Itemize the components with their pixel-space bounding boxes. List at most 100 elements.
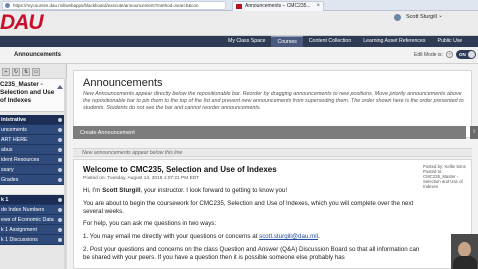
page-instructions: New Announcements appear directly below … bbox=[83, 91, 464, 111]
course-title-block: C235_Master - Selection and Use of Index… bbox=[0, 78, 64, 112]
nav-tab-content-collection[interactable]: Content Collection bbox=[303, 36, 357, 47]
sidebar-item[interactable]: de Index Numbers bbox=[0, 205, 64, 215]
sidebar-item-label: ews of Economic Data bbox=[1, 217, 54, 223]
discussion-paragraph: 2. Post your questions and concerns on t… bbox=[83, 245, 420, 261]
content-area: Announcements New Announcements appear d… bbox=[67, 64, 478, 269]
item-options-icon[interactable] bbox=[58, 158, 62, 162]
user-avatar-icon bbox=[394, 14, 401, 21]
breadcrumb-bar: Announcements Edit Mode is: ? ON bbox=[0, 47, 478, 64]
browser-toolbar: https://mycourses.dau.mil/webapps/blackb… bbox=[0, 0, 478, 11]
top-navigation-tabs: My Class Space Courses Content Collectio… bbox=[222, 36, 468, 47]
sidebar-item[interactable]: ews of Economic Data bbox=[0, 215, 64, 225]
sidebar-item[interactable]: inistrative bbox=[0, 115, 64, 125]
lock-icon bbox=[5, 3, 10, 8]
sidebar-item-label: Grades bbox=[1, 177, 19, 183]
tab-title: Announcements – CMC235... bbox=[245, 3, 311, 9]
sidebar-item-label: uncements bbox=[1, 127, 27, 133]
help-icon[interactable]: ? bbox=[446, 51, 453, 58]
add-menu-item-icon[interactable]: + bbox=[2, 68, 10, 76]
item-options-icon[interactable] bbox=[58, 168, 62, 172]
announcement-meta: Posted by: Kellie Sims Posted to: CMC235… bbox=[423, 164, 473, 189]
email-paragraph: 1. You may email me directly with your q… bbox=[83, 233, 421, 241]
posted-to-value: CMC235_Master - Selection and Use of Ind… bbox=[423, 174, 463, 189]
dau-logo[interactable]: DAU bbox=[0, 12, 43, 34]
page-title: Announcements bbox=[83, 77, 163, 89]
item-options-icon[interactable] bbox=[58, 138, 62, 142]
announcement-body: Hi, I'm Scott Sturgill, your instructor.… bbox=[83, 187, 421, 267]
item-options-icon[interactable] bbox=[58, 208, 62, 212]
nav-tab-public-use[interactable]: Public Use bbox=[432, 36, 469, 47]
item-options-icon[interactable] bbox=[58, 238, 62, 242]
email-text-end: . bbox=[318, 233, 320, 241]
edit-mode-toggle[interactable]: ON bbox=[456, 50, 476, 59]
item-options-icon[interactable] bbox=[58, 178, 62, 182]
user-name-link[interactable]: Scott Sturgill bbox=[406, 14, 437, 20]
course-menu: + ↻ ⇅ ▭ C235_Master - Selection and Use … bbox=[0, 64, 67, 269]
sidebar-item-label: k 1 bbox=[1, 197, 9, 203]
site-header: DAU Scott Sturgill ⌄ bbox=[0, 11, 478, 36]
display-window-icon[interactable]: ▭ bbox=[32, 68, 40, 76]
course-menu-tools: + ↻ ⇅ ▭ bbox=[2, 68, 40, 76]
item-options-icon[interactable] bbox=[58, 218, 62, 222]
refresh-icon[interactable]: ↻ bbox=[12, 68, 20, 76]
home-icon[interactable] bbox=[57, 83, 63, 89]
announcement-date: Posted on: Tuesday, August 14, 2018 1:07… bbox=[83, 176, 200, 181]
chevron-down-icon[interactable]: ⌄ bbox=[438, 12, 443, 19]
reorder-icon[interactable]: ⇅ bbox=[22, 68, 30, 76]
sidebar-item-label: de Index Numbers bbox=[1, 207, 45, 213]
create-announcement-button[interactable]: Create Announcement bbox=[78, 129, 142, 137]
item-options-icon[interactable] bbox=[58, 148, 62, 152]
course-title[interactable]: C235_Master - Selection and Use of Index… bbox=[0, 81, 56, 105]
email-text: 1. You may email me directly with your q… bbox=[83, 233, 260, 241]
sidebar-item[interactable]: abus bbox=[0, 145, 64, 155]
email-link[interactable]: scott.sturgill@dau.mil bbox=[259, 233, 318, 240]
repositionable-bar[interactable]: New announcements appear below this line bbox=[73, 148, 472, 157]
greeting-text: Hi, I'm bbox=[83, 187, 103, 194]
intro-paragraph: You are about to begin the coursework fo… bbox=[83, 199, 414, 215]
nav-tab-courses[interactable]: Courses bbox=[271, 36, 303, 47]
sidebar-item[interactable]: ident Resources bbox=[0, 155, 64, 165]
close-tab-icon[interactable]: × bbox=[316, 2, 320, 11]
browser-tab[interactable]: Announcements – CMC235... × bbox=[232, 1, 324, 11]
greeting-text-end: , your instructor. I look forward to get… bbox=[140, 187, 288, 194]
instructor-name: Scott Sturgill bbox=[102, 187, 141, 194]
sidebar-item[interactable]: ssary bbox=[0, 165, 64, 175]
posted-by-value: Kellie Sims bbox=[444, 164, 466, 169]
url-bar[interactable]: https://mycourses.dau.mil/webapps/blackb… bbox=[2, 1, 226, 10]
sidebar-item[interactable] bbox=[0, 185, 64, 195]
course-menu-list: inistrative uncements ART HERE abus ident Re… bbox=[0, 115, 64, 245]
presenter-head bbox=[458, 242, 471, 257]
sidebar-item[interactable]: Grades bbox=[0, 175, 64, 185]
edit-mode-label: Edit Mode is: bbox=[414, 52, 443, 58]
presenter-body bbox=[453, 256, 477, 269]
announcement-title[interactable]: Welcome to CMC235, Selection and Use of … bbox=[83, 165, 277, 174]
sidebar-item-label: k 1 Discussions bbox=[1, 237, 38, 243]
collapse-handle[interactable]: l bbox=[470, 126, 478, 139]
favicon-icon bbox=[236, 4, 242, 9]
sidebar-item[interactable]: ART HERE bbox=[0, 135, 64, 145]
edit-mode-state: ON bbox=[459, 52, 466, 57]
item-options-icon[interactable] bbox=[58, 198, 62, 202]
sidebar-item[interactable]: k 1 bbox=[0, 195, 64, 205]
sidebar-item[interactable]: k 1 Assignment bbox=[0, 225, 64, 235]
announcement-item: Welcome to CMC235, Selection and Use of … bbox=[73, 159, 472, 269]
item-options-icon[interactable] bbox=[58, 118, 62, 122]
sidebar-item-label: abus bbox=[1, 147, 13, 153]
sidebar-item-label: ART HERE bbox=[1, 137, 28, 143]
sidebar-item-label: ident Resources bbox=[1, 157, 40, 163]
breadcrumb-title[interactable]: Announcements bbox=[14, 52, 61, 58]
item-options-icon[interactable] bbox=[58, 128, 62, 132]
item-options-icon[interactable] bbox=[58, 228, 62, 232]
sidebar-item-label: k 1 Assignment bbox=[1, 227, 37, 233]
toggle-knob bbox=[468, 51, 475, 58]
sidebar-item[interactable]: uncements bbox=[0, 125, 64, 135]
sidebar-item[interactable]: k 1 Discussions bbox=[0, 235, 64, 245]
sidebar-item-label: ssary bbox=[1, 167, 14, 173]
nav-tab-learning-asset-references[interactable]: Learning Asset References bbox=[357, 36, 431, 47]
sidebar-item-label: inistrative bbox=[1, 117, 27, 123]
url-text: https://mycourses.dau.mil/webapps/blackb… bbox=[13, 3, 199, 8]
greeting-paragraph: Hi, I'm Scott Sturgill, your instructor.… bbox=[83, 187, 421, 195]
webcam-overlay bbox=[451, 234, 478, 269]
help-paragraph: For help, you can ask me questions in tw… bbox=[83, 220, 217, 228]
nav-tab-my-class-space[interactable]: My Class Space bbox=[222, 36, 271, 47]
